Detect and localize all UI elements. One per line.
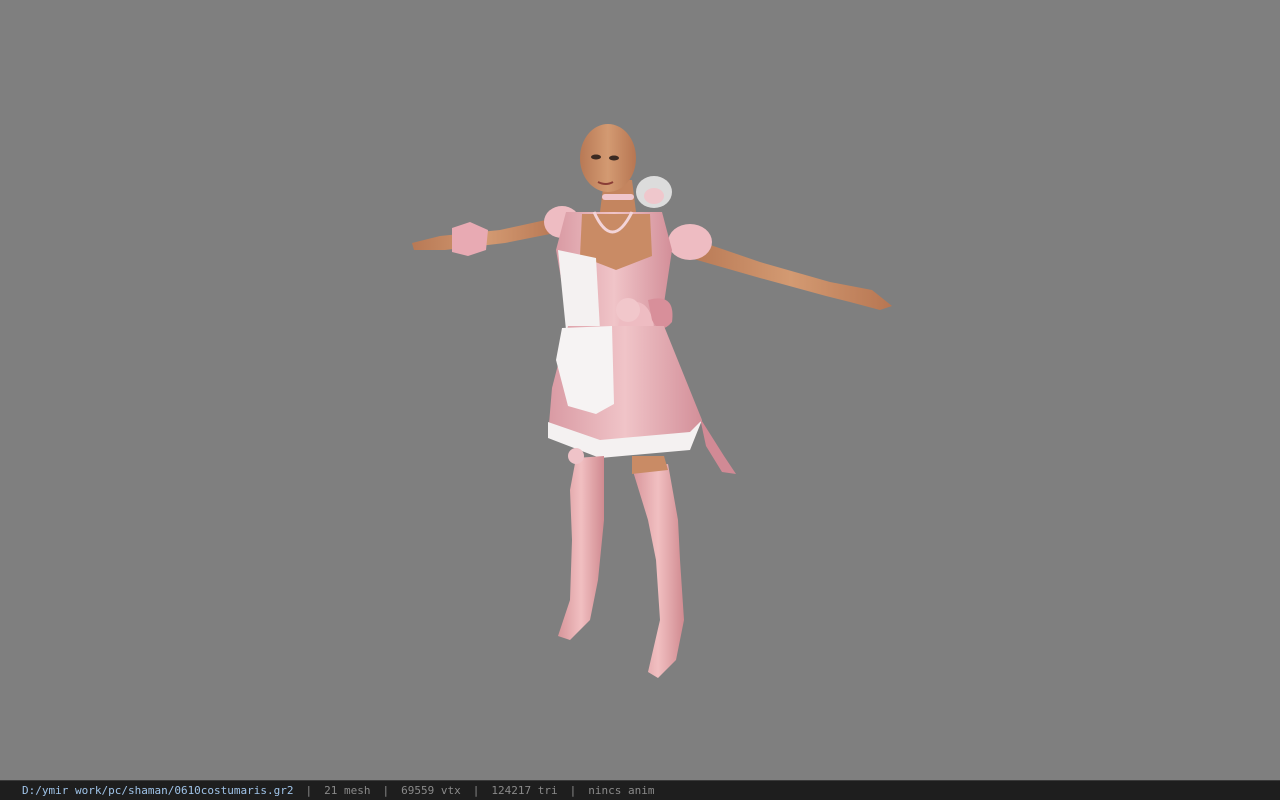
status-bar: D:/ymir work/pc/shaman/0610costumaris.gr… <box>0 780 1280 800</box>
character-model <box>412 124 892 678</box>
bodice-panel <box>558 250 600 330</box>
right-arm <box>690 238 892 310</box>
right-sleeve <box>668 224 712 260</box>
tail-ribbon <box>700 418 736 474</box>
3d-viewport[interactable] <box>0 0 1280 780</box>
triangle-count: 124217 tri <box>491 784 558 797</box>
mesh-count: 21 mesh <box>324 784 371 797</box>
right-boot <box>632 464 684 678</box>
separator: | <box>305 784 313 797</box>
left-cuff <box>452 222 488 256</box>
animation-status: nincs anim <box>588 784 655 797</box>
eye-left <box>591 154 601 160</box>
file-path: D:/ymir work/pc/shaman/0610costumaris.gr… <box>22 784 294 797</box>
choker <box>602 194 634 200</box>
head <box>580 124 636 192</box>
vertex-count: 69559 vtx <box>401 784 461 797</box>
separator: | <box>382 784 390 797</box>
separator: | <box>569 784 577 797</box>
left-boot <box>558 456 604 640</box>
garter <box>568 448 584 464</box>
separator: | <box>472 784 480 797</box>
eye-right <box>609 155 619 161</box>
